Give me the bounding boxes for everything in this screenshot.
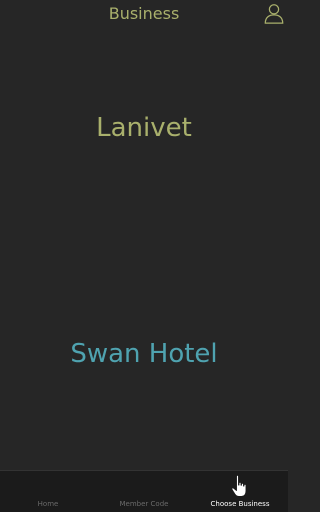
business-item-swan-hotel[interactable]: Swan Hotel bbox=[0, 339, 288, 369]
header-bar: Business bbox=[0, 0, 288, 28]
tab-member-code[interactable]: Member Code bbox=[96, 471, 192, 512]
pointing-hand-icon bbox=[231, 474, 247, 497]
business-item-lanivet[interactable]: Lanivet bbox=[0, 113, 288, 143]
page-title: Business bbox=[108, 4, 180, 23]
bottom-tab-bar: Home Member Code Choose Business bbox=[0, 470, 288, 512]
tab-choose-business-label: Choose Business bbox=[210, 500, 270, 508]
tab-choose-business[interactable]: Choose Business bbox=[192, 471, 288, 512]
choose-business-screen: Business Lanivet Swan Hotel Home Member … bbox=[0, 0, 288, 512]
tab-member-code-label: Member Code bbox=[119, 500, 169, 508]
tab-home-label: Home bbox=[37, 500, 59, 508]
tab-home[interactable]: Home bbox=[0, 471, 96, 512]
user-profile-icon[interactable] bbox=[263, 2, 285, 24]
